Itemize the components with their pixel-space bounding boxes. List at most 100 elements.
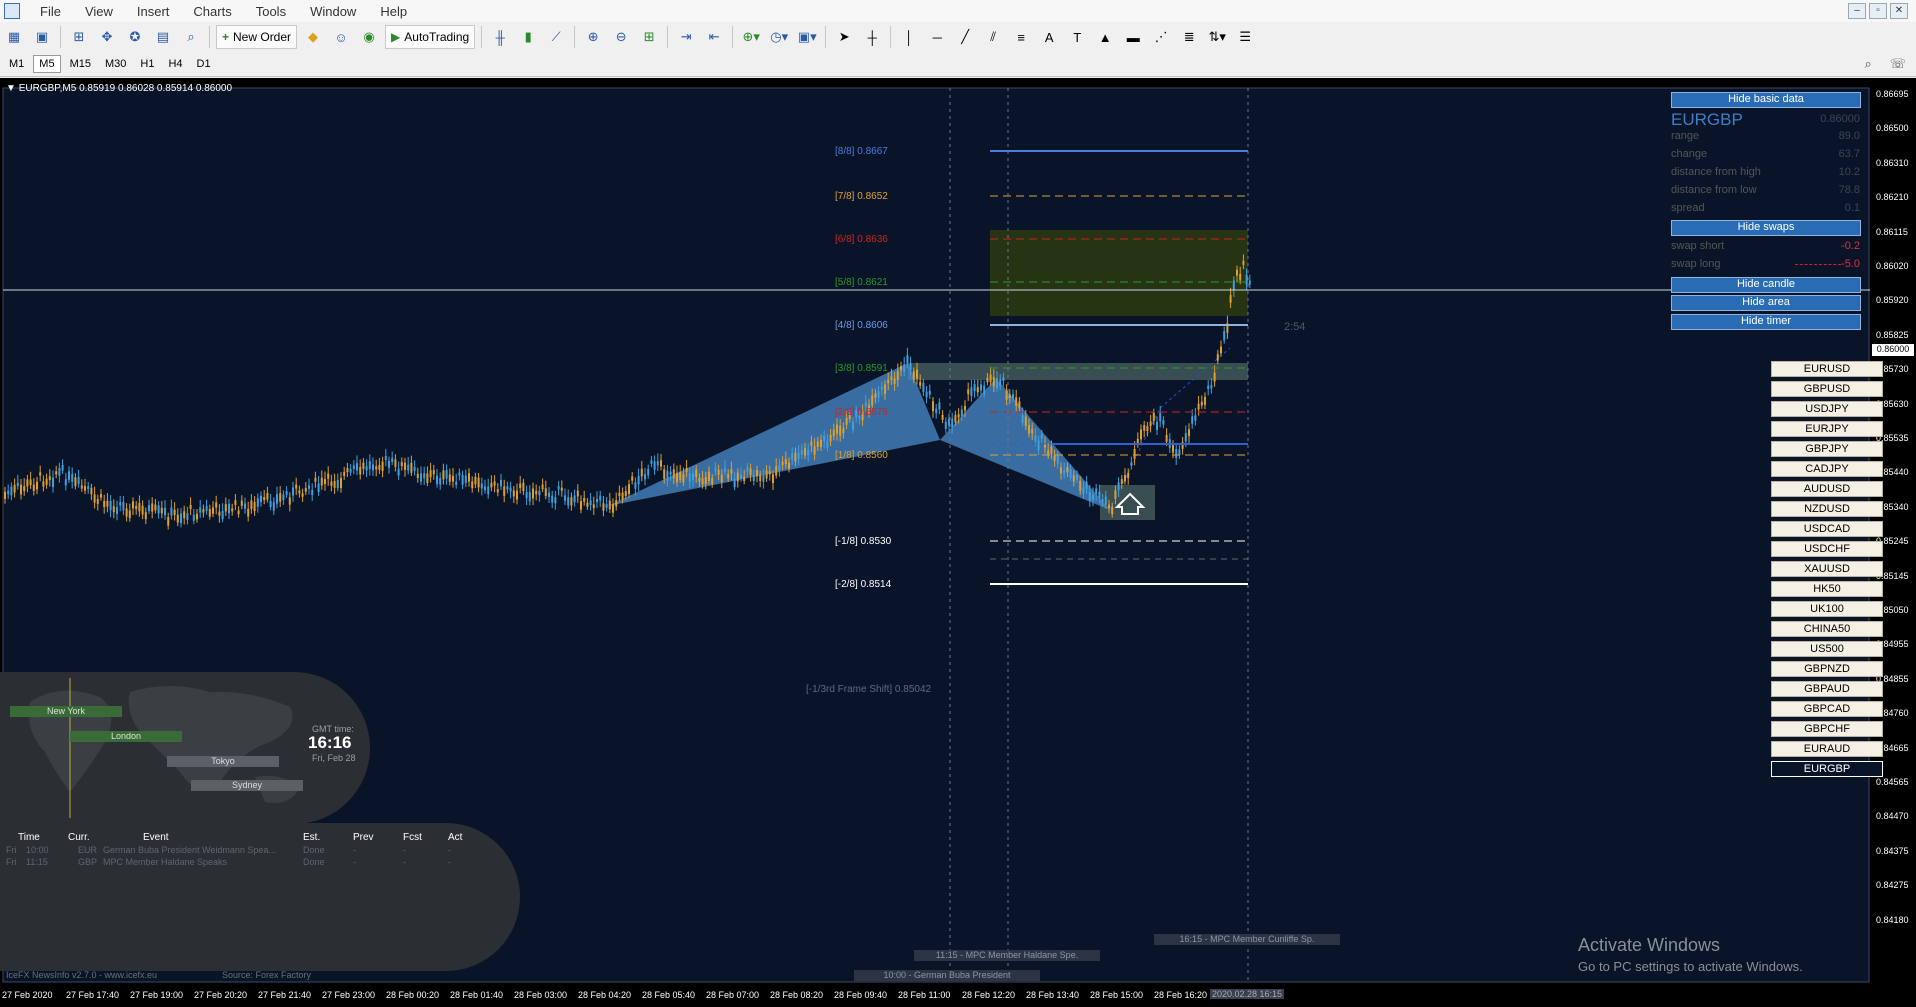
data-window-icon[interactable]: ✥ (95, 25, 119, 49)
search-icon[interactable]: ⌕ (1864, 56, 1871, 72)
candle-body (1210, 385, 1213, 389)
symbol-button-audusd[interactable]: AUDUSD (1771, 481, 1883, 497)
menu-insert[interactable]: Insert (125, 4, 182, 19)
channel-icon[interactable]: ⫽ (981, 25, 1005, 49)
menu-file[interactable]: File (28, 4, 73, 19)
symbol-button-gbpnzd[interactable]: GBPNZD (1771, 661, 1883, 677)
menu-window[interactable]: Window (298, 4, 368, 19)
symbol-button-eurgbp[interactable]: EURGBP (1771, 761, 1883, 777)
periods-icon[interactable]: ◷▾ (767, 25, 791, 49)
menu-tools[interactable]: Tools (244, 4, 298, 19)
hide-timer-button[interactable]: Hide timer (1671, 314, 1861, 330)
tf-d1[interactable]: D1 (192, 56, 216, 72)
vertical-line-icon[interactable]: │ (897, 25, 921, 49)
symbol-button-usdchf[interactable]: USDCHF (1771, 541, 1883, 557)
tf-m5[interactable]: M5 (33, 55, 61, 73)
indicators-icon[interactable]: ⊕▾ (739, 25, 763, 49)
news-footer-left[interactable]: IceFX NewsInfo v2.7.0 - www.icefx.eu (6, 970, 157, 980)
murrey-label: [8/8] 0.8667 (835, 146, 888, 157)
candle-body (100, 494, 102, 498)
fibonacci-icon[interactable]: ≡ (1009, 25, 1033, 49)
fib-fan-icon[interactable]: ≣ (1177, 25, 1201, 49)
menu-charts[interactable]: Charts (181, 4, 243, 19)
menu-bar: File View Insert Charts Tools Window Hel… (0, 0, 1916, 22)
new-chart-icon[interactable]: ▦ (2, 25, 26, 49)
hide-basic-data-button[interactable]: Hide basic data (1671, 92, 1861, 108)
symbol-button-eurjpy[interactable]: EURJPY (1771, 421, 1883, 437)
hide-candle-button[interactable]: Hide candle (1671, 277, 1861, 293)
tf-m15[interactable]: M15 (65, 56, 96, 72)
text-icon[interactable]: A (1037, 25, 1061, 49)
metaeditor-icon[interactable]: ◆ (301, 25, 325, 49)
symbol-button-cadjpy[interactable]: CADJPY (1771, 461, 1883, 477)
symbol-button-hk50[interactable]: HK50 (1771, 581, 1883, 597)
tf-h4[interactable]: H4 (163, 56, 187, 72)
symbol-button-uk100[interactable]: UK100 (1771, 601, 1883, 617)
symbol-button-xauusd[interactable]: XAUUSD (1771, 561, 1883, 577)
symbol-button-usdjpy[interactable]: USDJPY (1771, 401, 1883, 417)
symbol-button-gbpusd[interactable]: GBPUSD (1771, 381, 1883, 397)
crosshair-icon[interactable]: ┼ (860, 25, 884, 49)
tester-icon[interactable]: ⌕ (179, 25, 203, 49)
info-row-value: 10.2 (1838, 166, 1860, 178)
symbol-button-gbpjpy[interactable]: GBPJPY (1771, 441, 1883, 457)
more-tools-icon[interactable]: ☰ (1233, 25, 1257, 49)
rectangle-icon[interactable]: ▬ (1121, 25, 1145, 49)
hide-area-button[interactable]: Hide area (1671, 295, 1861, 311)
menu-help[interactable]: Help (368, 4, 419, 19)
candle-body (816, 441, 819, 447)
candle-body (1200, 401, 1203, 406)
autoscroll-icon[interactable]: ⇤ (702, 25, 726, 49)
terminal-icon[interactable]: ▤ (151, 25, 175, 49)
symbol-button-nzdusd[interactable]: NZDUSD (1771, 501, 1883, 517)
menu-view[interactable]: View (73, 4, 125, 19)
autotrading-button[interactable]: ▶ AutoTrading (385, 25, 476, 49)
horizontal-line-icon[interactable]: ─ (925, 25, 949, 49)
text-label-icon[interactable]: T (1065, 25, 1089, 49)
arrows-icon[interactable]: ▲ (1093, 25, 1117, 49)
candle-body (32, 484, 35, 491)
price-axis-label: 0.86695 (1876, 89, 1909, 99)
symbol-button-china50[interactable]: CHINA50 (1771, 621, 1883, 637)
zoom-in-icon[interactable]: ⊕ (581, 25, 605, 49)
price-axis-label: 0.84470 (1876, 811, 1909, 822)
new-order-button[interactable]: + New Order (216, 25, 298, 49)
hide-swaps-button[interactable]: Hide swaps (1671, 220, 1861, 236)
tf-m1[interactable]: M1 (4, 56, 29, 72)
market-watch-icon[interactable]: ⊞ (67, 25, 91, 49)
news-tag-weidmann[interactable]: 10:00 - German Buba President (854, 970, 1040, 981)
profiles-icon[interactable]: ▣ (30, 25, 54, 49)
tile-windows-icon[interactable]: ⊞ (637, 25, 661, 49)
close-button[interactable]: ✕ (1890, 3, 1908, 19)
candle-body (314, 477, 317, 482)
minimize-button[interactable]: – (1848, 3, 1866, 19)
symbol-button-usdcad[interactable]: USDCAD (1771, 521, 1883, 537)
chart-window[interactable]: ▼ EURGBP,M5 0.85919 0.86028 0.85914 0.86… (0, 78, 1916, 1007)
tf-m30[interactable]: M30 (100, 56, 131, 72)
symbol-button-gbpcad[interactable]: GBPCAD (1771, 701, 1883, 717)
bar-chart-icon[interactable]: ╫ (488, 25, 512, 49)
chat-icon[interactable]: ☏ (1890, 56, 1906, 72)
navigator-icon[interactable]: ✪ (123, 25, 147, 49)
symbol-button-eurusd[interactable]: EURUSD (1771, 361, 1883, 377)
symbol-button-gbpaud[interactable]: GBPAUD (1771, 681, 1883, 697)
zoom-out-icon[interactable]: ⊖ (609, 25, 633, 49)
restore-button[interactable]: ▫ (1869, 3, 1887, 19)
templates-icon[interactable]: ▣▾ (795, 25, 819, 49)
news-cell: - (353, 857, 356, 867)
symbol-button-us500[interactable]: US500 (1771, 641, 1883, 657)
trendline-icon[interactable]: ╱ (953, 25, 977, 49)
vps-icon[interactable]: ◉ (357, 25, 381, 49)
symbol-button-euraud[interactable]: EURAUD (1771, 741, 1883, 757)
symbol-button-gbpchf[interactable]: GBPCHF (1771, 721, 1883, 737)
gann-icon[interactable]: ⋰ (1149, 25, 1173, 49)
candlestick-icon[interactable]: ▮ (516, 25, 540, 49)
news-tag-haldane[interactable]: 11:15 - MPC Member Haldane Spe. (914, 950, 1100, 961)
line-chart-icon[interactable]: ⟋ (544, 25, 568, 49)
chart-shift-icon[interactable]: ⇥ (674, 25, 698, 49)
tf-h1[interactable]: H1 (135, 56, 159, 72)
news-tag-cunliffe[interactable]: 16:15 - MPC Member Cunliffe Sp. (1154, 934, 1340, 945)
cursor-icon[interactable]: ➤ (832, 25, 856, 49)
signals-icon[interactable]: ☺ (329, 25, 353, 49)
shapes-icon[interactable]: ⇅▾ (1205, 25, 1229, 49)
